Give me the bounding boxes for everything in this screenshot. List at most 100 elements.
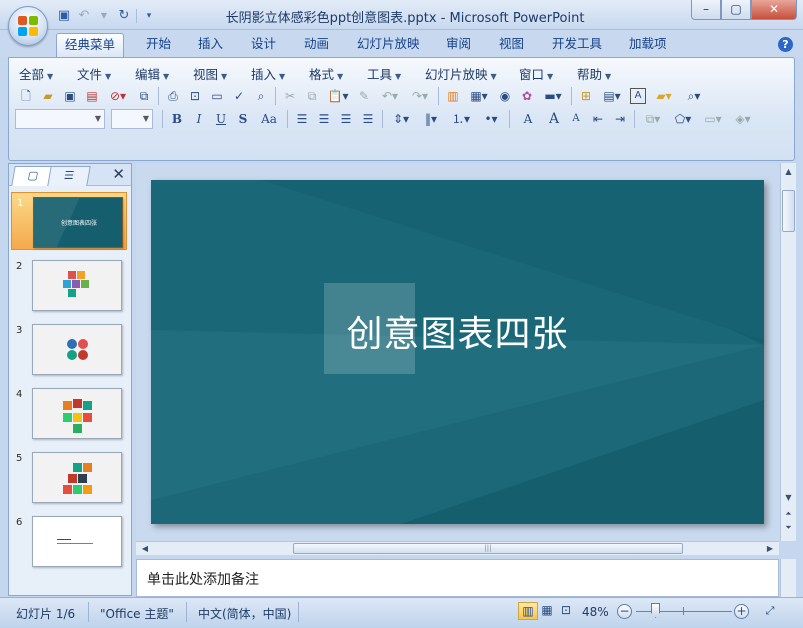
tab-slideshow[interactable]: 幻灯片放映 — [349, 33, 428, 57]
textbox-icon[interactable]: A — [630, 88, 646, 104]
slide-sorter-view-icon[interactable]: ▦ — [537, 602, 557, 620]
scroll-left-icon[interactable]: ◀ — [138, 542, 152, 555]
align-left-icon[interactable]: ☰ — [291, 109, 313, 129]
customize-qat-icon[interactable]: ▾ — [141, 8, 157, 24]
zoom-out-icon[interactable]: − — [617, 604, 632, 619]
theme-name[interactable]: "Office 主题" — [100, 605, 174, 622]
font-size-combo[interactable]: ▼ — [111, 109, 153, 129]
redo-icon[interactable]: ↷▾ — [405, 86, 435, 106]
tab-animation[interactable]: 动画 — [296, 33, 337, 57]
tab-insert[interactable]: 插入 — [190, 33, 231, 57]
shape-outline-icon[interactable]: ▭▾ — [698, 109, 728, 129]
language-indicator[interactable]: 中文(简体，中国) — [198, 605, 291, 622]
tab-outline[interactable]: ☰ — [47, 166, 91, 186]
tab-home[interactable]: 开始 — [138, 33, 179, 57]
slide-thumbnail[interactable]: 2 — [11, 256, 127, 314]
minimize-button[interactable]: – — [691, 0, 721, 20]
zoom-slider[interactable] — [636, 611, 732, 612]
bold-button[interactable]: B — [166, 109, 188, 129]
justify-icon[interactable]: ☰ — [357, 109, 379, 129]
spelling-icon[interactable]: ✓ — [228, 86, 250, 106]
redo-icon[interactable]: ↻ — [116, 8, 132, 24]
insert-table-icon[interactable]: ▦▾ — [464, 86, 494, 106]
print-preview-icon[interactable]: ⊡ — [184, 86, 206, 106]
scroll-down-icon[interactable]: ▼ — [781, 491, 796, 505]
office-button[interactable] — [8, 6, 48, 46]
menu-insert[interactable]: 插入 ▼ — [251, 64, 285, 83]
slide-title[interactable]: 创意图表四张 — [151, 305, 764, 357]
normal-view-icon[interactable]: ▥ — [518, 602, 538, 620]
fit-to-window-icon[interactable]: ⤢ — [760, 602, 780, 620]
insert-chart-icon[interactable]: ▥ — [442, 86, 464, 106]
open-folder-icon[interactable]: ▰ — [37, 86, 59, 106]
font-color-button[interactable]: A — [513, 109, 543, 129]
chevron-down-icon[interactable]: ▼ — [96, 8, 112, 24]
new-slide-icon[interactable]: ⊞ — [575, 86, 597, 106]
restore-button[interactable]: ▢ — [721, 0, 751, 20]
underline-button[interactable]: U — [210, 109, 232, 129]
close-icon[interactable]: ✕ — [112, 165, 125, 183]
help-icon[interactable]: ? — [778, 37, 793, 52]
zoom-slider-knob[interactable] — [651, 603, 660, 618]
bullets-icon[interactable]: •▾ — [476, 109, 506, 129]
smartart-icon[interactable]: ◉ — [494, 86, 516, 106]
shape-fill-icon[interactable]: ▬▾ — [538, 86, 568, 106]
notes-scrollbar[interactable] — [780, 559, 796, 597]
slide-layout-icon[interactable]: ▤▾ — [597, 86, 627, 106]
italic-button[interactable]: I — [188, 109, 210, 129]
line-spacing-icon[interactable]: ‖▾ — [416, 109, 446, 129]
new-document-icon[interactable]: 🗋 — [15, 86, 37, 106]
tab-classic-menu[interactable]: 经典菜单 — [56, 33, 125, 57]
grow-font-button[interactable]: A — [543, 109, 565, 129]
search-icon[interactable]: ⌕▾ — [679, 86, 709, 106]
text-direction-icon[interactable]: ⇕▾ — [386, 109, 416, 129]
arrange-icon[interactable]: ⧉▾ — [638, 109, 668, 129]
tab-addins[interactable]: 加载项 — [621, 33, 675, 57]
change-case-button[interactable]: Aa — [254, 109, 284, 129]
menu-all[interactable]: 全部 ▼ — [19, 64, 53, 83]
menu-edit[interactable]: 编辑 ▼ — [135, 64, 169, 83]
save-as-pdf-icon[interactable]: ▤ — [81, 86, 103, 106]
slide-thumbnail[interactable]: 5 — [11, 448, 127, 506]
save-icon[interactable]: ▣ — [56, 8, 72, 24]
align-center-icon[interactable]: ☰ — [313, 109, 335, 129]
slideshow-view-icon[interactable]: ⊡ — [556, 602, 576, 620]
format-painter-icon[interactable]: ✎ — [353, 86, 375, 106]
save-icon[interactable]: ▣ — [59, 86, 81, 106]
zoom-in-icon[interactable]: + — [734, 604, 749, 619]
tab-developer[interactable]: 开发工具 — [544, 33, 610, 57]
slide-thumbnail[interactable]: 1 创意图表四张 — [11, 192, 127, 250]
scroll-right-icon[interactable]: ▶ — [763, 542, 777, 555]
next-slide-icon[interactable]: ⏷ — [781, 521, 796, 535]
permission-icon[interactable]: ⊘▾ — [103, 86, 133, 106]
numbering-icon[interactable]: ⒈▾ — [446, 109, 476, 129]
tab-design[interactable]: 设计 — [243, 33, 284, 57]
research-icon[interactable]: ⌕ — [250, 86, 272, 106]
menu-tools[interactable]: 工具 ▼ — [367, 64, 401, 83]
attach-icon[interactable]: ⧉ — [133, 86, 155, 106]
shape-effects-icon[interactable]: ◈▾ — [728, 109, 758, 129]
page-setup-icon[interactable]: ▭ — [206, 86, 228, 106]
menu-help[interactable]: 帮助 ▼ — [577, 64, 611, 83]
slide-thumbnail[interactable]: 6 — [11, 512, 127, 570]
shapes-icon[interactable]: ⬠▾ — [668, 109, 698, 129]
shadow-button[interactable]: S — [232, 109, 254, 129]
undo-icon[interactable]: ↶ — [76, 8, 92, 24]
decrease-indent-icon[interactable]: ⇤ — [587, 109, 609, 129]
print-icon[interactable]: ⎙ — [162, 86, 184, 106]
insert-picture-icon[interactable]: ✿ — [516, 86, 538, 106]
increase-indent-icon[interactable]: ⇥ — [609, 109, 631, 129]
slide-thumbnail[interactable]: 4 — [11, 384, 127, 442]
close-button[interactable]: ✕ — [751, 0, 797, 20]
cut-icon[interactable]: ✂ — [279, 86, 301, 106]
zoom-level[interactable]: 48% — [582, 605, 609, 619]
previous-slide-icon[interactable]: ⏶ — [781, 507, 796, 521]
undo-icon[interactable]: ↶▾ — [375, 86, 405, 106]
menu-view[interactable]: 视图 ▼ — [193, 64, 227, 83]
vertical-scrollbar[interactable]: ▲ ▼ ⏶ ⏷ — [780, 163, 796, 541]
menu-slideshow[interactable]: 幻灯片放映 ▼ — [425, 64, 497, 83]
align-right-icon[interactable]: ☰ — [335, 109, 357, 129]
slide-thumbnail[interactable]: 3 — [11, 320, 127, 378]
scroll-up-icon[interactable]: ▲ — [781, 165, 796, 179]
menu-file[interactable]: 文件 ▼ — [77, 64, 111, 83]
